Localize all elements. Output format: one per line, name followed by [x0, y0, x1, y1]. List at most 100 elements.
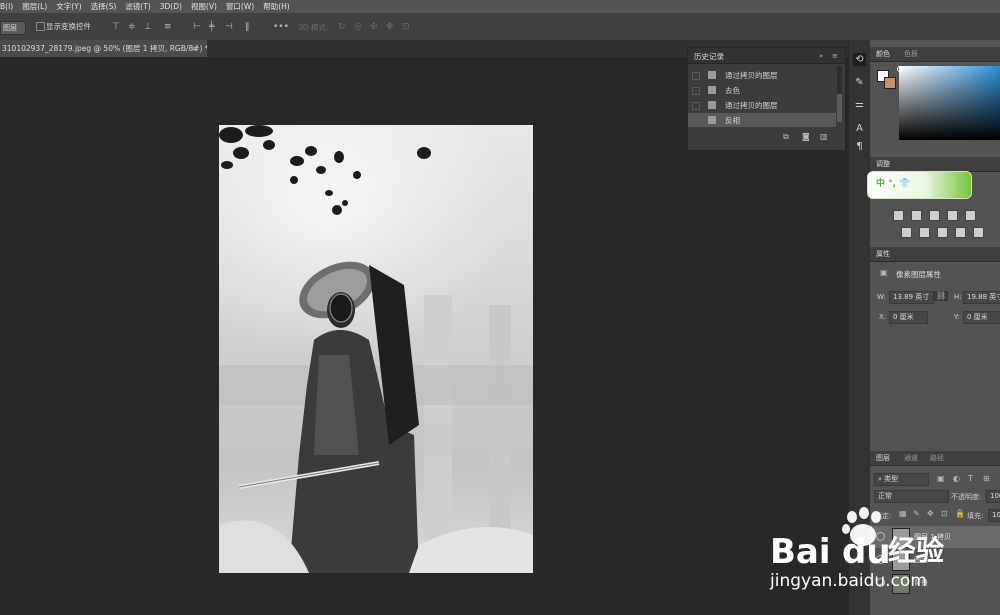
tab-channels[interactable]: 通道 — [904, 453, 918, 463]
tab-adjustments[interactable]: 调整 — [876, 159, 890, 169]
3d-scale-icon[interactable]: ⊡ — [402, 22, 410, 32]
document-icon — [708, 101, 716, 109]
menu-item[interactable]: 图层(L) — [22, 1, 47, 12]
show-transform-checkbox[interactable] — [36, 22, 45, 31]
color-picker-cursor[interactable] — [897, 66, 903, 72]
align-hcenter-icon[interactable]: ╪ — [209, 22, 214, 32]
tab-swatches[interactable]: 色板 — [904, 49, 918, 59]
history-panel-icon[interactable]: ⟲ — [853, 53, 866, 66]
document-tab[interactable]: 310102937_28179.jpeg @ 50% (图层 1 拷贝, RGB… — [0, 40, 207, 57]
tab-paths[interactable]: 路径 — [930, 453, 944, 463]
ime-status-label[interactable]: 中 °, 👕 — [876, 176, 910, 189]
delete-trash-icon[interactable]: ▥ — [820, 132, 828, 142]
menu-bar: B(I) 图层(L) 文字(Y) 选择(S) 滤镜(T) 3D(D) 视图(V)… — [0, 0, 1000, 13]
brand-bai: Bai — [770, 532, 831, 572]
menu-item[interactable]: 窗口(W) — [226, 1, 254, 12]
adjustment-icons-row-2 — [901, 227, 991, 238]
history-item-label: 去色 — [725, 86, 740, 95]
history-item[interactable]: 通过拷贝的图层 — [688, 98, 836, 112]
adjustments-panel-header: 调整 — [870, 157, 1000, 172]
history-panel: 历史记录 » ≡ 通过拷贝的图层 去色 通过拷贝的图层 反相 ⧉ ◙ ▥ — [687, 47, 846, 151]
brightness-contrast-icon[interactable] — [893, 210, 904, 221]
panel-menu-icon[interactable]: ≡ — [832, 51, 838, 61]
filter-adjustment-icon[interactable]: ◐ — [953, 474, 960, 484]
pixel-layer-icon: ▣ — [880, 268, 888, 277]
menu-item[interactable]: 3D(D) — [160, 2, 182, 11]
auto-select-dropdown[interactable]: 图层 — [0, 21, 26, 35]
layer-filter-dropdown[interactable]: ⌕ 类型 — [874, 473, 929, 486]
blend-mode-dropdown[interactable]: 正常 — [874, 490, 949, 503]
fill-field[interactable]: 100 — [988, 509, 1000, 522]
menu-item[interactable]: 帮助(H) — [263, 1, 290, 12]
history-item[interactable]: 通过拷贝的图层 — [688, 68, 836, 82]
properties-subtitle: 像素图层属性 — [896, 270, 941, 279]
history-source-checkbox[interactable] — [692, 72, 700, 80]
align-left-icon[interactable]: ⊢ — [193, 22, 201, 32]
menu-item[interactable]: 视图(V) — [191, 1, 217, 12]
filter-pixel-icon[interactable]: ▣ — [937, 474, 945, 484]
selective-color-icon[interactable] — [955, 227, 966, 238]
align-right-icon[interactable]: ⊣ — [225, 22, 233, 32]
document-icon — [708, 71, 716, 79]
layers-panel-header: 图层 通道 路径 — [870, 451, 1000, 466]
menu-item[interactable]: 选择(S) — [91, 1, 117, 12]
history-source-checkbox[interactable] — [692, 117, 700, 125]
gradient-map-icon[interactable] — [973, 227, 984, 238]
more-options-icon[interactable]: ••• — [273, 22, 289, 32]
exposure-icon[interactable] — [947, 210, 958, 221]
levels-icon[interactable] — [911, 210, 922, 221]
collapse-panel-icon[interactable]: » — [819, 51, 823, 61]
opacity-label: 不透明度: — [951, 493, 982, 501]
3d-roll-icon[interactable]: ◎ — [354, 22, 362, 32]
invert-icon[interactable] — [901, 227, 912, 238]
opacity-field[interactable]: 100 — [986, 490, 1000, 503]
paragraph-icon[interactable]: ¶ — [853, 140, 866, 153]
adjustment-icons-row-1 — [893, 210, 983, 221]
menu-item[interactable]: 滤镜(T) — [125, 1, 150, 12]
color-panel-header: 颜色 色板 — [870, 47, 1000, 62]
tab-layers[interactable]: 图层 — [876, 453, 890, 463]
adjustments-sliders-icon[interactable]: ⚌ — [853, 98, 866, 111]
distribute-h-icon[interactable]: ‖ — [245, 22, 250, 32]
character-icon[interactable]: A — [853, 122, 866, 135]
3d-pan-icon[interactable]: ✣ — [370, 22, 378, 32]
vibrance-icon[interactable] — [965, 210, 976, 221]
width-field[interactable]: 13.89 英寸 — [889, 291, 934, 304]
tab-color[interactable]: 颜色 — [876, 49, 890, 59]
brush-settings-icon[interactable]: ✎ — [853, 76, 866, 89]
link-dimensions-icon[interactable]: ⛓ — [934, 291, 949, 301]
filter-type-icon[interactable]: T — [968, 474, 973, 484]
history-scroll-thumb[interactable] — [837, 94, 842, 122]
y-label: Y: — [954, 313, 960, 321]
layer-filter-label: 类型 — [884, 475, 899, 483]
threshold-icon[interactable] — [937, 227, 948, 238]
new-document-from-state-icon[interactable]: ⧉ — [783, 132, 789, 142]
menu-item[interactable]: B(I) — [0, 2, 13, 11]
posterize-icon[interactable] — [919, 227, 930, 238]
filter-shape-icon[interactable]: ⊞ — [983, 474, 990, 484]
x-label: X: — [879, 313, 887, 321]
close-tab-icon[interactable]: × — [191, 40, 198, 57]
history-item[interactable]: 去色 — [688, 83, 836, 97]
snapshot-camera-icon[interactable]: ◙ — [802, 132, 810, 142]
curves-icon[interactable] — [929, 210, 940, 221]
align-top-icon[interactable]: ⊤ — [112, 22, 120, 32]
history-source-checkbox[interactable] — [692, 102, 700, 110]
y-field[interactable]: 0 厘米 — [963, 311, 1000, 324]
align-bottom-icon[interactable]: ⊥ — [144, 22, 152, 32]
x-field[interactable]: 0 厘米 — [889, 311, 928, 324]
color-picker-field[interactable] — [899, 66, 1000, 140]
canvas-image[interactable] — [219, 125, 533, 573]
history-item-label: 反相 — [725, 116, 740, 125]
3d-rotate-icon[interactable]: ↻ — [338, 22, 346, 32]
tab-properties[interactable]: 属性 — [876, 249, 890, 259]
3d-slide-icon[interactable]: ✥ — [386, 22, 394, 32]
brand-du: du — [842, 532, 891, 572]
menu-item[interactable]: 文字(Y) — [56, 1, 81, 12]
distribute-icon[interactable]: ≡ — [164, 22, 172, 32]
height-field[interactable]: 19.88 英寸 — [963, 291, 1000, 304]
history-source-checkbox[interactable] — [692, 87, 700, 95]
background-color-swatch[interactable] — [884, 77, 896, 89]
align-vcenter-icon[interactable]: ≑ — [128, 22, 136, 32]
history-item-selected[interactable]: 反相 — [688, 113, 836, 127]
